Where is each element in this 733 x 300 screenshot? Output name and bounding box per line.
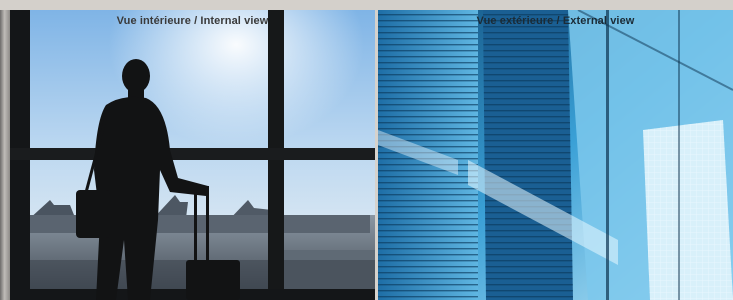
internal-view-panel: Vue intérieure / Internal view (10, 10, 375, 300)
external-view-panel: Vue extérieure / External view (378, 10, 733, 300)
top-bar (0, 0, 733, 10)
internal-view-caption: Vue intérieure / Internal view (116, 15, 269, 27)
internal-view-image (10, 10, 375, 300)
left-edge-photo-strip (0, 10, 10, 300)
external-view-image (378, 10, 733, 300)
external-view-caption: Vue extérieure / External view (476, 15, 635, 27)
